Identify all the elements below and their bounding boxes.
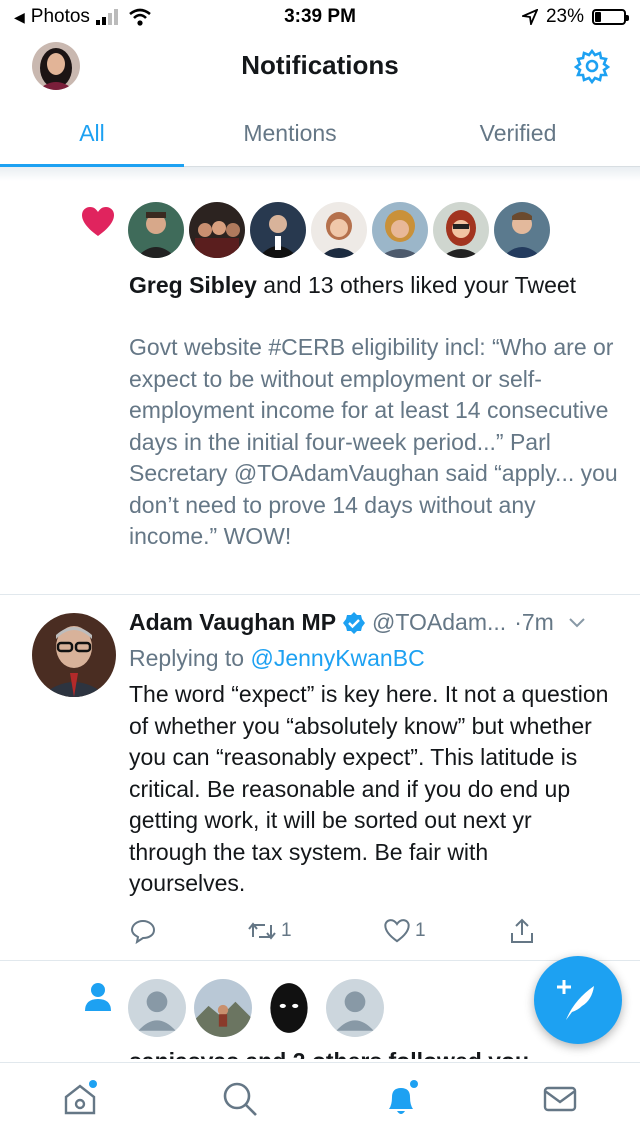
avatar[interactable] bbox=[433, 202, 489, 258]
notification-tabs: All Mentions Verified bbox=[0, 100, 640, 168]
like-summary: Greg Sibley and 13 others liked your Twe… bbox=[129, 270, 619, 302]
search-icon[interactable] bbox=[220, 1079, 260, 1119]
person-icon bbox=[85, 983, 111, 1011]
status-bar: ◀ Photos 3:39 PM 23% bbox=[0, 0, 640, 34]
location-icon bbox=[521, 9, 538, 25]
avatar[interactable] bbox=[311, 202, 367, 258]
replying-to-mention[interactable]: @JennyKwanBC bbox=[250, 645, 424, 671]
battery-fill bbox=[595, 12, 601, 22]
divider bbox=[0, 167, 640, 181]
messages-envelope-icon[interactable] bbox=[540, 1079, 580, 1119]
retweet-button[interactable]: 1 bbox=[247, 917, 292, 945]
like-count: 1 bbox=[415, 920, 426, 941]
battery-percent: 23% bbox=[545, 6, 584, 27]
tweet-body: The word “expect” is key here. It not a … bbox=[129, 681, 609, 896]
avatar[interactable] bbox=[32, 613, 116, 697]
page-title: Notifications bbox=[241, 50, 399, 80]
tweet-actions: 1 1 bbox=[129, 917, 533, 945]
avatar[interactable] bbox=[194, 979, 252, 1037]
avatar[interactable] bbox=[260, 979, 318, 1037]
like-action-text: and 13 others liked your Tweet bbox=[256, 272, 577, 298]
avatar[interactable] bbox=[189, 202, 245, 258]
retweet-icon bbox=[248, 922, 276, 940]
follow-summary: sanjasvas and 2 others followed you bbox=[129, 1045, 529, 1059]
liker-avatars bbox=[128, 202, 550, 258]
settings-gear-icon[interactable] bbox=[574, 48, 610, 84]
retweet-count: 1 bbox=[281, 920, 292, 941]
default-avatar[interactable] bbox=[326, 979, 384, 1037]
reply-button[interactable] bbox=[129, 917, 157, 945]
status-right: 23% bbox=[521, 6, 629, 28]
avatar[interactable] bbox=[128, 202, 184, 258]
heart-icon bbox=[82, 207, 114, 236]
liker-name[interactable]: Greg Sibley bbox=[129, 272, 257, 298]
compose-tweet-button[interactable] bbox=[534, 956, 622, 1044]
notifications-bell-icon[interactable] bbox=[381, 1079, 421, 1119]
tab-all[interactable]: All bbox=[0, 120, 184, 147]
like-button[interactable]: 1 bbox=[383, 917, 426, 945]
share-icon bbox=[511, 918, 533, 943]
replying-prefix: Replying to bbox=[129, 645, 251, 671]
tab-verified[interactable]: Verified bbox=[420, 120, 616, 147]
default-avatar[interactable] bbox=[128, 979, 186, 1037]
bottom-tab-bar bbox=[0, 1062, 640, 1138]
share-button[interactable] bbox=[509, 917, 535, 945]
liked-tweet-text: Govt website #CERB eligibility incl: “Wh… bbox=[129, 334, 618, 549]
reply-icon bbox=[130, 919, 156, 945]
tab-mentions[interactable]: Mentions bbox=[190, 120, 390, 147]
tweet-time: ·7m bbox=[514, 609, 554, 635]
header: Notifications bbox=[0, 34, 640, 98]
chevron-down-icon[interactable] bbox=[568, 617, 586, 629]
home-icon[interactable] bbox=[60, 1079, 100, 1119]
tweet-header: Adam Vaughan MP @TOAdam... ·7m bbox=[129, 609, 619, 636]
avatar[interactable] bbox=[372, 202, 428, 258]
verified-badge-icon bbox=[343, 611, 366, 634]
author-name[interactable]: Adam Vaughan MP bbox=[129, 609, 336, 636]
avatar[interactable] bbox=[250, 202, 306, 258]
replying-to: Replying to @JennyKwanBC bbox=[129, 645, 425, 672]
compose-feather-icon bbox=[557, 980, 594, 1020]
avatar[interactable] bbox=[494, 202, 550, 258]
heart-outline-icon bbox=[384, 919, 410, 943]
reply-tweet[interactable]: Adam Vaughan MP @TOAdam... ·7m Replying … bbox=[0, 595, 640, 961]
follower-avatars bbox=[128, 979, 384, 1037]
author-handle[interactable]: @TOAdam... bbox=[372, 609, 506, 636]
battery-icon bbox=[592, 9, 629, 25]
like-notification[interactable]: Greg Sibley and 13 others liked your Twe… bbox=[0, 182, 640, 595]
